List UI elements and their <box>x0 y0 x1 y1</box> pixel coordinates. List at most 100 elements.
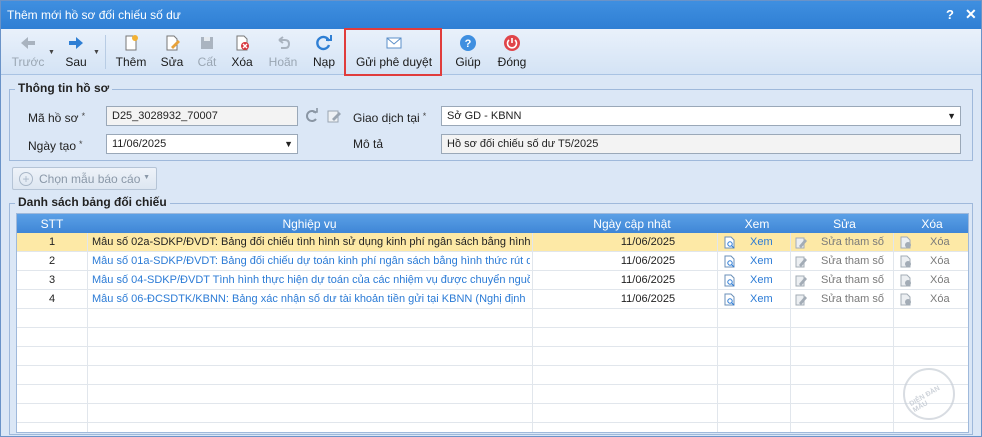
prev-button[interactable]: Trước <box>9 31 47 73</box>
table-row <box>17 328 968 347</box>
plus-icon: + <box>19 172 33 186</box>
row-nghiep-vu[interactable]: Mẫu số 01a-SDKP/ĐVDT: Bảng đối chiếu dự … <box>92 255 530 267</box>
edit-params-icon[interactable] <box>795 293 807 306</box>
view-document-icon[interactable] <box>724 255 736 268</box>
table-row <box>17 347 968 366</box>
col-stt[interactable]: STT <box>17 217 87 231</box>
row-nghiep-vu[interactable]: Mẫu số 02a-SDKP/ĐVDT: Bảng đối chiếu tìn… <box>92 236 530 248</box>
table-row[interactable]: 1 Mẫu số 02a-SDKP/ĐVDT: Bảng đối chiếu tì… <box>17 233 968 252</box>
help-button[interactable]: ? Giúp <box>453 31 483 73</box>
delete-row-icon[interactable] <box>900 274 912 287</box>
watermark-logo: DIỄN ĐÀN MẪU <box>903 368 955 420</box>
table-row[interactable]: 4 Mẫu số 06-ĐCSDTK/KBNN: Bảng xác nhận số… <box>17 290 968 309</box>
chevron-down-icon: ▼ <box>947 111 956 121</box>
table-row[interactable]: 3 Mẫu số 04-SDKP/ĐVDT Tình hình thực hiện… <box>17 271 968 290</box>
desc-field[interactable]: Hồ sơ đối chiếu số dư T5/2025 <box>441 134 961 154</box>
table-row[interactable]: 2 Mẫu số 01a-SDKP/ĐVDT: Bảng đối chiếu dự… <box>17 252 968 271</box>
refresh-icon <box>316 35 332 51</box>
edit-pencil-icon[interactable] <box>326 108 342 124</box>
edit-params-link[interactable]: Sửa tham số <box>821 293 884 305</box>
dialog-window: Thêm mới hồ sơ đối chiếu số dư ? ✕ Trước… <box>0 0 982 437</box>
prev-dropdown-icon[interactable]: ▼ <box>48 49 55 56</box>
col-delete[interactable]: Xóa <box>892 217 968 231</box>
table-row <box>17 309 968 328</box>
table-header: STT Nghiệp vụ Ngày cập nhật Xem Sửa Xóa <box>17 214 968 233</box>
date-picker[interactable]: 11/06/2025 ▼ <box>106 134 298 154</box>
table-row <box>17 366 968 385</box>
delete-row-icon[interactable] <box>900 293 912 306</box>
view-link[interactable]: Xem <box>750 293 773 305</box>
row-nghiep-vu[interactable]: Mẫu số 04-SDKP/ĐVDT Tình hình thực hiện … <box>92 274 530 286</box>
svg-text:?: ? <box>465 38 472 50</box>
desc-label: Mô tả <box>353 137 384 151</box>
row-stt: 4 <box>48 293 56 305</box>
window-title: Thêm mới hồ sơ đối chiếu số dư <box>7 8 181 22</box>
edit-params-link[interactable]: Sửa tham số <box>821 255 884 267</box>
row-nghiep-vu[interactable]: Mẫu số 06-ĐCSDTK/KBNN: Bảng xác nhận số … <box>92 293 530 305</box>
chevron-down-icon: ▼ <box>143 174 150 181</box>
edit-params-icon[interactable] <box>795 236 807 249</box>
close-icon[interactable]: ✕ <box>965 6 977 23</box>
edit-params-icon[interactable] <box>795 255 807 268</box>
row-stt: 2 <box>48 255 56 267</box>
chevron-down-icon: ▼ <box>284 139 293 149</box>
edit-params-link[interactable]: Sửa tham số <box>821 274 884 286</box>
view-link[interactable]: Xem <box>750 236 773 248</box>
toolbar-separator <box>105 35 106 69</box>
help-icon[interactable]: ? <box>946 7 954 22</box>
title-bar: Thêm mới hồ sơ đối chiếu số dư ? ✕ <box>1 1 981 29</box>
col-nghiep-vu[interactable]: Nghiệp vụ <box>87 217 532 231</box>
place-select[interactable]: Sở GD - KBNN ▼ <box>441 106 961 126</box>
view-document-icon[interactable] <box>724 236 736 249</box>
view-document-icon[interactable] <box>724 274 736 287</box>
edit-params-icon[interactable] <box>795 274 807 287</box>
date-label: Ngày tạo * <box>28 139 83 153</box>
col-edit[interactable]: Sửa <box>787 217 902 231</box>
delete-row-icon[interactable] <box>900 255 912 268</box>
power-icon <box>504 35 520 51</box>
code-label: Mã hồ sơ * <box>28 111 86 125</box>
add-button[interactable]: Thêm <box>113 31 149 73</box>
reload-button[interactable]: Nạp <box>309 31 339 73</box>
place-label: Giao dịch tại * <box>353 111 427 125</box>
delete-row-icon[interactable] <box>900 236 912 249</box>
row-stt: 3 <box>48 274 56 286</box>
arrow-right-icon <box>69 37 83 49</box>
grid-line <box>717 233 718 432</box>
code-field[interactable]: D25_3028932_70007 <box>106 106 298 126</box>
grid-line <box>893 233 894 432</box>
grid-line <box>790 233 791 432</box>
delete-link[interactable]: Xóa <box>930 236 950 248</box>
delete-button[interactable]: Xóa <box>227 31 257 73</box>
delete-link[interactable]: Xóa <box>930 293 950 305</box>
view-link[interactable]: Xem <box>750 274 773 286</box>
delete-document-icon <box>236 35 249 51</box>
next-dropdown-icon[interactable]: ▼ <box>93 49 100 56</box>
edit-button[interactable]: Sửa <box>157 31 187 73</box>
col-view[interactable]: Xem <box>717 217 797 231</box>
list-legend: Danh sách bảng đối chiếu <box>15 195 170 209</box>
save-button[interactable]: Cất <box>193 31 221 73</box>
table-row <box>17 385 968 404</box>
delete-link[interactable]: Xóa <box>930 274 950 286</box>
save-icon <box>201 37 213 49</box>
view-link[interactable]: Xem <box>750 255 773 267</box>
col-date[interactable]: Ngày cập nhật <box>532 217 732 231</box>
close-button[interactable]: Đóng <box>495 31 529 73</box>
delete-link[interactable]: Xóa <box>930 255 950 267</box>
grid-line <box>532 233 533 432</box>
next-button[interactable]: Sau <box>61 31 91 73</box>
regenerate-icon[interactable] <box>304 108 320 124</box>
edit-document-icon <box>166 35 180 51</box>
grid-line <box>87 233 88 432</box>
arrow-left-icon <box>21 37 35 49</box>
toolbar: Trước ▼ Sau ▼ Thêm Sửa Cất Xóa Hoãn Nạp … <box>1 29 981 75</box>
choose-template-button[interactable]: + Chọn mẫu báo cáo ▼ <box>12 167 157 190</box>
view-document-icon[interactable] <box>724 293 736 306</box>
new-document-icon <box>125 35 138 51</box>
undo-button[interactable]: Hoãn <box>264 31 302 73</box>
row-stt: 1 <box>48 236 56 248</box>
info-legend: Thông tin hồ sơ <box>15 81 113 95</box>
edit-params-link[interactable]: Sửa tham số <box>821 236 884 248</box>
undo-icon <box>278 36 291 49</box>
